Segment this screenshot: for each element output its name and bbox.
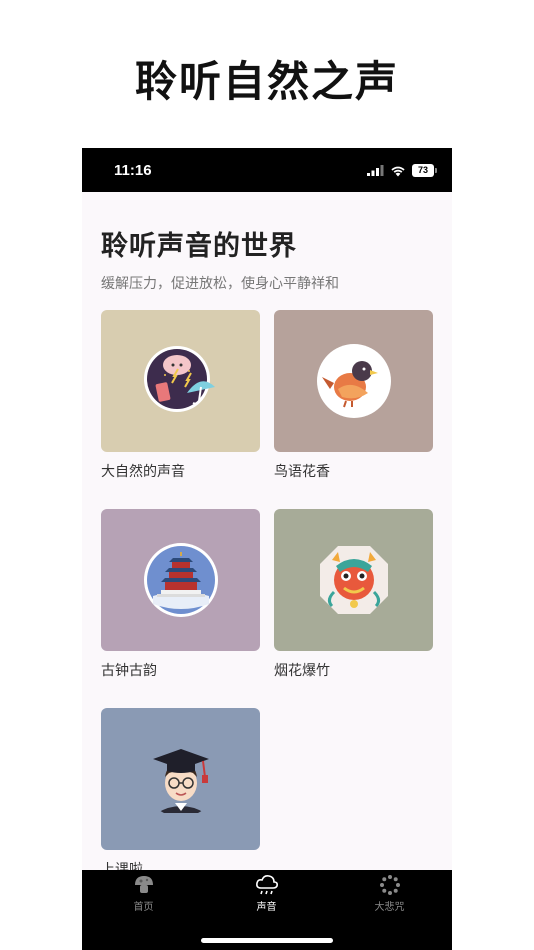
sound-card-label: 大自然的声音 bbox=[101, 464, 185, 480]
tab-label: 首页 bbox=[133, 902, 154, 913]
tab-label: 声音 bbox=[256, 902, 277, 913]
graduate-icon bbox=[152, 749, 209, 813]
promo-title: 聆听自然之声 bbox=[134, 57, 399, 106]
status-bar: 11:16 73 bbox=[82, 148, 452, 192]
sound-card-bells[interactable] bbox=[101, 509, 260, 651]
tab-label: 大悲咒 bbox=[374, 902, 405, 913]
beads-icon bbox=[379, 875, 400, 895]
temple-icon bbox=[143, 543, 218, 617]
sound-card-fireworks[interactable] bbox=[274, 509, 433, 651]
cloud-rain-icon bbox=[255, 875, 278, 895]
home-indicator bbox=[201, 938, 333, 943]
bird-icon bbox=[316, 344, 391, 418]
page-title: 聆听声音的世界 bbox=[101, 231, 297, 262]
sound-card-class[interactable] bbox=[101, 708, 260, 850]
wifi-icon bbox=[391, 166, 405, 176]
sound-card-label: 古钟古韵 bbox=[101, 663, 157, 679]
phone-screen: 11:16 73 聆听声音的世界 缓解压力，促进放松，使身心平静祥和 大自然的声… bbox=[82, 148, 452, 950]
status-icons: 73 bbox=[367, 164, 437, 177]
tab-mantra[interactable]: 大悲咒 bbox=[328, 874, 451, 913]
sound-card-birds[interactable] bbox=[274, 310, 433, 452]
status-time: 11:16 bbox=[114, 162, 152, 179]
sound-card-label: 鸟语花香 bbox=[274, 464, 330, 480]
tab-sounds[interactable]: 声音 bbox=[205, 874, 328, 913]
signal-icon bbox=[367, 165, 384, 176]
nature-weather-icon bbox=[143, 346, 215, 412]
sound-card-label: 烟花爆竹 bbox=[274, 663, 330, 679]
page-subtitle: 缓解压力，促进放松，使身心平静祥和 bbox=[101, 276, 339, 292]
dragon-icon bbox=[319, 546, 388, 614]
bottom-tab-bar: 首页 声音 大悲咒 bbox=[82, 870, 452, 950]
battery-indicator: 73 bbox=[412, 164, 437, 177]
mushroom-icon bbox=[134, 876, 153, 893]
sound-card-nature[interactable] bbox=[101, 310, 260, 452]
tab-home[interactable]: 首页 bbox=[82, 874, 205, 913]
